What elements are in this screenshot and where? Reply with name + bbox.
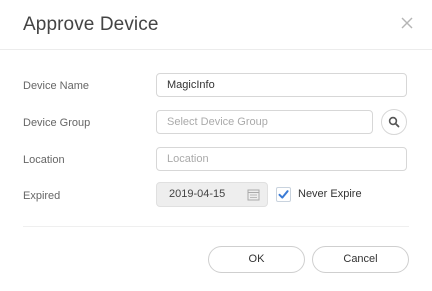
close-icon[interactable] bbox=[398, 14, 416, 32]
footer-divider bbox=[23, 226, 409, 227]
dialog-title: Approve Device bbox=[23, 14, 159, 35]
expired-label: Expired bbox=[23, 190, 61, 202]
check-icon bbox=[278, 190, 289, 199]
device-name-input[interactable]: MagicInfo bbox=[156, 73, 407, 97]
expiry-date-value: 2019-04-15 bbox=[169, 188, 226, 200]
search-group-button[interactable] bbox=[381, 109, 407, 135]
location-label: Location bbox=[23, 154, 65, 166]
never-expire-label[interactable]: Never Expire bbox=[298, 188, 362, 200]
search-icon bbox=[388, 116, 400, 128]
device-group-select[interactable]: Select Device Group bbox=[156, 110, 373, 134]
approve-device-dialog: Approve Device Device Name MagicInfo Dev… bbox=[0, 0, 432, 291]
never-expire-checkbox[interactable] bbox=[276, 187, 291, 202]
header-divider bbox=[0, 49, 432, 50]
device-group-label: Device Group bbox=[23, 117, 91, 129]
device-name-label: Device Name bbox=[23, 80, 90, 92]
location-input[interactable]: Location bbox=[156, 147, 407, 171]
calendar-icon[interactable] bbox=[247, 188, 260, 201]
cancel-button[interactable]: Cancel bbox=[312, 246, 409, 273]
expiry-date-field[interactable]: 2019-04-15 bbox=[156, 182, 268, 207]
ok-button[interactable]: OK bbox=[208, 246, 305, 273]
